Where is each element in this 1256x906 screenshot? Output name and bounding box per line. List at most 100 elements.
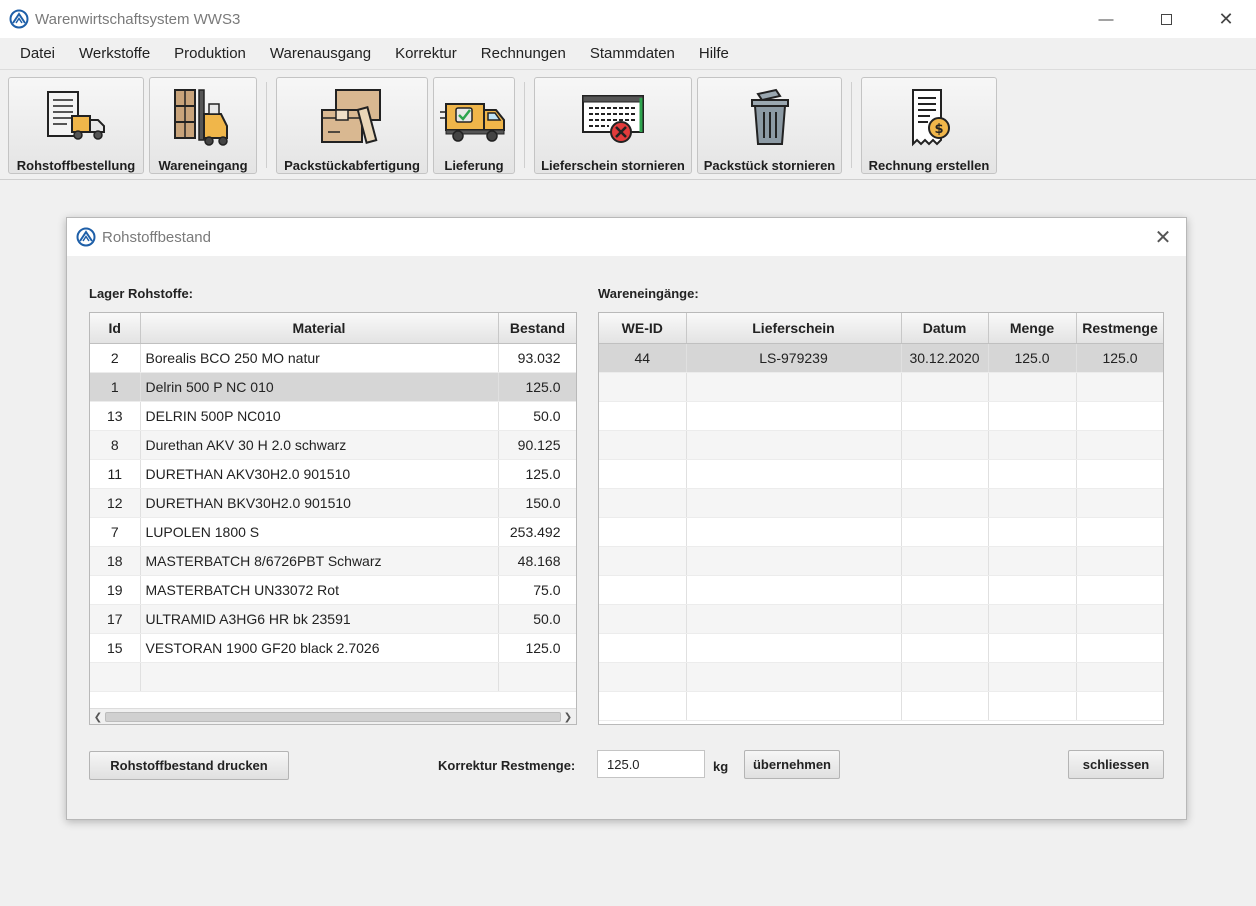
table-row[interactable]: 15 VESTORAN 1900 GF20 black 2.7026 125.0: [90, 633, 576, 663]
package-boxes-icon: [321, 89, 381, 144]
table-row-selected[interactable]: 1 Delrin 500 P NC 010 125.0: [90, 372, 576, 402]
uebernehmen-button[interactable]: übernehmen: [744, 750, 840, 779]
toolbar-rechnung-erstellen-button[interactable]: $ Rechnung erstellen: [861, 77, 997, 174]
cell-material: MASTERBATCH UN33072 Rot: [140, 575, 499, 605]
table-row[interactable]: 12 DURETHAN BKV30H2.0 901510 150.0: [90, 488, 576, 518]
table-row-empty: [599, 575, 1163, 605]
scrollbar-thumb[interactable]: [105, 712, 561, 722]
menu-produktion[interactable]: Produktion: [162, 45, 258, 62]
column-header-material[interactable]: Material: [140, 313, 499, 344]
cell-id: 11: [90, 459, 141, 489]
cell-id: 7: [90, 517, 141, 547]
table-row-empty: [599, 372, 1163, 402]
horizontal-scrollbar[interactable]: ❮ ❯: [90, 708, 576, 724]
table-row-selected[interactable]: 44 LS-979239 30.12.2020 125.0 125.0: [599, 343, 1163, 373]
invoice-dollar-icon: $: [912, 89, 950, 147]
toolbar-packstueck-stornieren-button[interactable]: Packstück stornieren: [697, 77, 842, 174]
menu-korrektur[interactable]: Korrektur: [383, 45, 469, 62]
table-row[interactable]: 2 Borealis BCO 250 MO natur 93.032: [90, 343, 576, 373]
menu-stammdaten[interactable]: Stammdaten: [578, 45, 687, 62]
cell-material: DURETHAN BKV30H2.0 901510: [140, 488, 499, 518]
column-header-datum[interactable]: Datum: [901, 313, 989, 344]
menu-rechnungen[interactable]: Rechnungen: [469, 45, 578, 62]
maximize-icon: [1160, 13, 1172, 25]
cell-id: 18: [90, 546, 141, 576]
cell-bestand: 125.0: [498, 633, 576, 663]
table-row-empty: [599, 430, 1163, 460]
window-titlebar: Warenwirtschaftsystem WWS3 — ✕: [0, 0, 1256, 38]
toolbar-packstueckabfertigung-button[interactable]: Packstückabfertigung: [276, 77, 428, 174]
toolbar-lieferschein-stornieren-button[interactable]: Lieferschein stornieren: [534, 77, 692, 174]
toolbar: Rohstoffbestellung Wareneingang Packstüc…: [0, 70, 1256, 180]
table-row[interactable]: 11 DURETHAN AKV30H2.0 901510 125.0: [90, 459, 576, 489]
cell-material: Durethan AKV 30 H 2.0 schwarz: [140, 430, 499, 460]
korrektur-restmenge-input[interactable]: 125.0: [597, 750, 705, 778]
column-header-id[interactable]: Id: [90, 313, 141, 344]
cell-material: Borealis BCO 250 MO natur: [140, 343, 499, 373]
cell-bestand: 93.032: [498, 343, 576, 373]
cell-material: ULTRAMID A3HG6 HR bk 23591: [140, 604, 499, 634]
window-title: Warenwirtschaftsystem WWS3: [35, 10, 241, 28]
column-header-lieferschein[interactable]: Lieferschein: [686, 313, 902, 344]
column-header-we-id[interactable]: WE-ID: [599, 313, 687, 344]
rohstoffbestand-drucken-button[interactable]: Rohstoffbestand drucken: [89, 751, 289, 780]
table-row-empty: [599, 459, 1163, 489]
cell-bestand: 125.0: [498, 372, 576, 402]
toolbar-label: Packstück stornieren: [703, 158, 836, 173]
column-header-menge[interactable]: Menge: [988, 313, 1077, 344]
cell-bestand: 75.0: [498, 575, 576, 605]
column-header-restmenge[interactable]: Restmenge: [1076, 313, 1163, 344]
menu-bar: Datei Werkstoffe Produktion Warenausgang…: [0, 38, 1256, 70]
close-icon: ✕: [1218, 8, 1234, 29]
cell-id: 13: [90, 401, 141, 431]
table-row[interactable]: 8 Durethan AKV 30 H 2.0 schwarz 90.125: [90, 430, 576, 460]
cell-id: 8: [90, 430, 141, 460]
delivery-truck-check-icon: [440, 103, 505, 142]
table-row-empty: [599, 604, 1163, 634]
table-row-empty: [599, 488, 1163, 518]
toolbar-lieferung-button[interactable]: Lieferung: [433, 77, 515, 174]
cell-bestand: 50.0: [498, 604, 576, 634]
toolbar-rohstoffbestellung-button[interactable]: Rohstoffbestellung: [8, 77, 144, 174]
menu-hilfe[interactable]: Hilfe: [687, 45, 741, 62]
korrektur-restmenge-label: Korrektur Restmenge:: [438, 758, 576, 773]
wareneingaenge-table: WE-ID Lieferschein Datum Menge Restmenge…: [598, 312, 1164, 725]
minimize-icon: —: [1098, 10, 1114, 28]
cell-bestand: 253.492: [498, 517, 576, 547]
toolbar-label: Lieferung: [444, 158, 504, 173]
delivery-note-cancel-icon: [582, 95, 644, 143]
table-row[interactable]: 7 LUPOLEN 1800 S 253.492: [90, 517, 576, 547]
scroll-right-icon[interactable]: ❯: [561, 710, 575, 724]
schliessen-button[interactable]: schliessen: [1068, 750, 1164, 779]
menu-datei[interactable]: Datei: [0, 45, 67, 62]
maximize-button[interactable]: [1136, 0, 1196, 38]
unit-label: kg: [713, 759, 729, 774]
column-header-bestand[interactable]: Bestand: [498, 313, 576, 344]
menu-warenausgang[interactable]: Warenausgang: [258, 45, 383, 62]
toolbar-wareneingang-button[interactable]: Wareneingang: [149, 77, 257, 174]
cell-material: DELRIN 500P NC010: [140, 401, 499, 431]
scroll-left-icon[interactable]: ❮: [91, 710, 105, 724]
cell-bestand: 50.0: [498, 401, 576, 431]
cell-material: LUPOLEN 1800 S: [140, 517, 499, 547]
table-row[interactable]: 13 DELRIN 500P NC010 50.0: [90, 401, 576, 431]
toolbar-separator: [266, 82, 267, 168]
table-row-empty: [599, 546, 1163, 576]
table-row-empty: [599, 633, 1163, 663]
cell-menge: 125.0: [988, 343, 1077, 373]
toolbar-label: Rohstoffbestellung: [16, 158, 136, 173]
close-window-button[interactable]: ✕: [1196, 0, 1256, 38]
cell-material: VESTORAN 1900 GF20 black 2.7026: [140, 633, 499, 663]
table-row[interactable]: 18 MASTERBATCH 8/6726PBT Schwarz 48.168: [90, 546, 576, 576]
cell-datum: 30.12.2020: [901, 343, 989, 373]
table-row[interactable]: 17 ULTRAMID A3HG6 HR bk 23591 50.0: [90, 604, 576, 634]
table-row[interactable]: 19 MASTERBATCH UN33072 Rot 75.0: [90, 575, 576, 605]
cell-lieferschein: LS-979239: [686, 343, 902, 373]
dialog-close-button[interactable]: ✕: [1148, 222, 1178, 252]
cell-material: Delrin 500 P NC 010: [140, 372, 499, 402]
menu-werkstoffe[interactable]: Werkstoffe: [67, 45, 162, 62]
minimize-button[interactable]: —: [1076, 0, 1136, 38]
app-logo-icon: [9, 9, 29, 29]
cell-material: DURETHAN AKV30H2.0 901510: [140, 459, 499, 489]
cell-material: MASTERBATCH 8/6726PBT Schwarz: [140, 546, 499, 576]
